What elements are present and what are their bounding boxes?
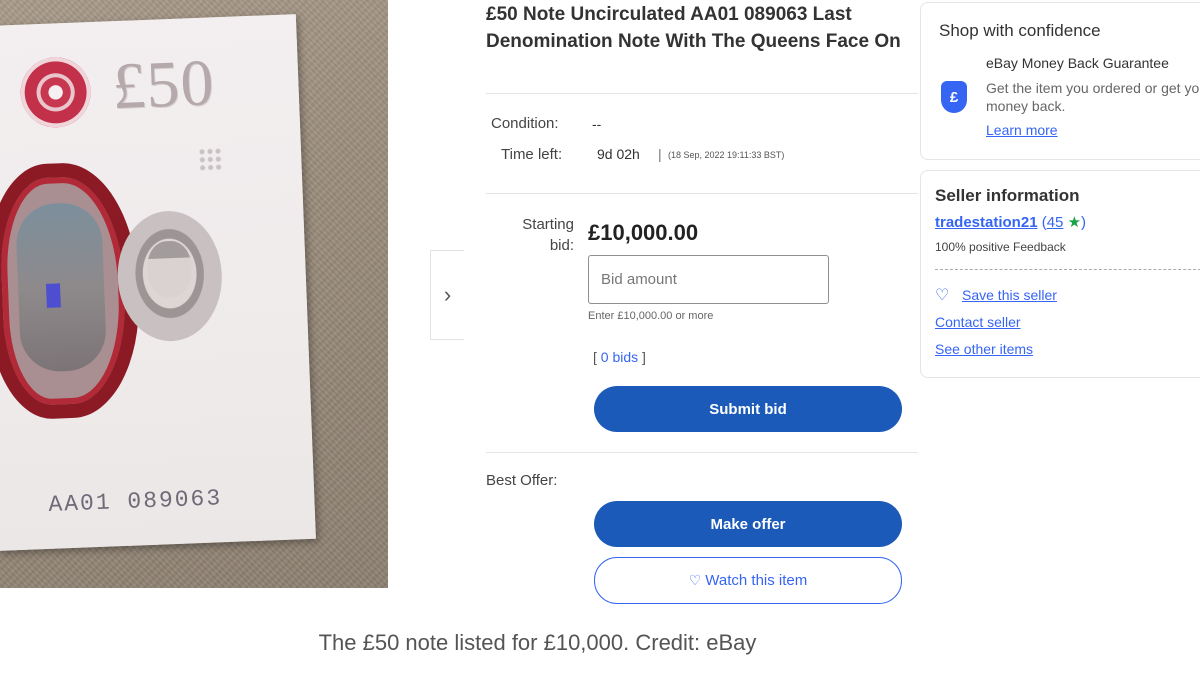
seller-information-card: Seller information tradestation21 (45 ★)…	[920, 170, 1200, 378]
contact-seller-link[interactable]: Contact seller	[935, 314, 1021, 330]
starting-bid-price: £10,000.00	[588, 220, 699, 245]
note-denomination: £50	[111, 46, 216, 124]
positive-feedback-text: 100% positive Feedback	[935, 240, 1066, 254]
bids-open-bracket: [	[593, 349, 597, 365]
condition-label: Condition:	[491, 115, 559, 132]
time-left-separator: |	[658, 146, 662, 162]
seller-info-heading: Seller information	[935, 186, 1080, 205]
carousel-next-button[interactable]: ›	[430, 250, 464, 340]
submit-bid-button[interactable]: Submit bid	[594, 386, 902, 432]
watch-item-label: Watch this item	[705, 572, 808, 589]
chevron-right-icon: ›	[443, 282, 452, 307]
learn-more-link[interactable]: Learn more	[986, 122, 1058, 138]
heart-icon: ♡	[688, 572, 702, 588]
bid-hint: Enter £10,000.00 or more	[588, 310, 714, 322]
bid-amount-input[interactable]	[588, 255, 829, 304]
note-hologram	[45, 283, 61, 308]
note-rosette	[19, 56, 92, 129]
image-caption: The £50 note listed for £10,000. Credit:…	[318, 630, 757, 655]
fifty-pound-note: £50 AA01 089063	[0, 14, 316, 551]
save-seller-link[interactable]: Save this seller	[962, 287, 1057, 303]
make-offer-label: Make offer	[710, 515, 786, 533]
shop-confidence-heading: Shop with confidence	[939, 21, 1101, 40]
star-icon: ★	[1067, 214, 1082, 231]
bids-close-bracket: ]	[642, 349, 646, 365]
best-offer-label: Best Offer:	[486, 472, 558, 489]
time-left-label: Time left:	[501, 146, 563, 163]
banknote-photo: £50 AA01 089063	[0, 0, 388, 588]
bids-link[interactable]: 0 bids	[601, 349, 638, 365]
money-back-guarantee-title: eBay Money Back Guarantee	[986, 55, 1169, 71]
dashed-divider	[935, 269, 1200, 270]
watch-item-button[interactable]: ♡ Watch this item	[594, 557, 902, 604]
seller-name-link[interactable]: tradestation21	[935, 214, 1038, 231]
starting-bid-label-line1: Starting	[522, 216, 574, 233]
note-tactile-dots	[197, 147, 223, 172]
starting-bid-label-line2: bid:	[549, 237, 574, 254]
time-left-value: 9d 02h	[597, 146, 640, 162]
listing-title: £50 Note Uncirculated AA01 089063 Last D…	[486, 4, 901, 52]
see-other-items-link[interactable]: See other items	[935, 341, 1033, 357]
make-offer-button[interactable]: Make offer	[594, 501, 902, 547]
money-back-guarantee-text: Get the item you ordered or get your mon…	[986, 80, 1200, 114]
shield-icon: £	[941, 81, 967, 113]
shop-with-confidence-card: Shop with confidence £ eBay Money Back G…	[920, 2, 1200, 160]
time-left-date: (18 Sep, 2022 19:11:33 BST)	[668, 150, 785, 160]
note-window-inner	[14, 201, 108, 373]
bids-count: [ 0 bids ]	[593, 349, 646, 365]
note-portrait-face	[146, 240, 193, 298]
feedback-score-link[interactable]: 45	[1047, 214, 1064, 231]
heart-icon: ♡	[935, 287, 950, 304]
seller-line: tradestation21 (45 ★)	[935, 213, 1086, 231]
note-serial-number: AA01 089063	[47, 485, 223, 518]
feedback-score-close: )	[1081, 214, 1087, 231]
submit-bid-label: Submit bid	[709, 400, 787, 418]
condition-value: --	[592, 116, 602, 132]
divider	[486, 193, 918, 194]
divider	[486, 452, 918, 453]
divider	[486, 93, 918, 94]
